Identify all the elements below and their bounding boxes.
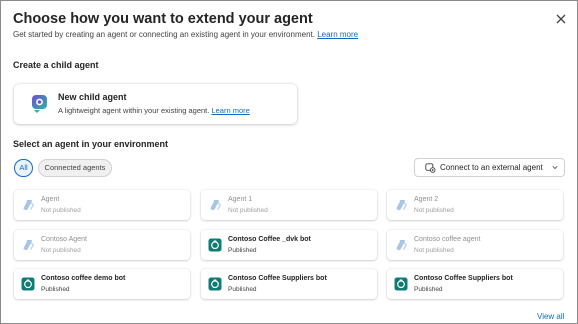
agent-card[interactable]: Agent 1 Not published (201, 190, 377, 220)
agent-card[interactable]: Contoso Coffee Suppliers bot Published (387, 269, 563, 299)
child-agent-description-text: A lightweight agent within your existing… (58, 106, 210, 115)
chevron-down-icon (552, 165, 558, 170)
agent-name: Contoso coffee demo bot (41, 275, 126, 282)
agent-name: Agent 2 (414, 196, 439, 203)
agent-card[interactable]: Contoso coffee demo bot Published (14, 269, 190, 299)
agent-status: Not published (41, 247, 81, 254)
filter-connected-agents-pill[interactable]: Connected agents (38, 159, 112, 177)
connect-external-agent-button[interactable]: Connect to an external agent (414, 158, 565, 177)
agent-status: Not published (414, 247, 454, 254)
child-agent-title: New child agent (58, 92, 127, 102)
agent-name: Contoso Coffee Suppliers bot (414, 275, 513, 282)
agent-icon (208, 198, 222, 212)
agent-status: Published (414, 286, 443, 293)
agent-icon (21, 238, 35, 252)
agent-name: Agent (41, 196, 60, 203)
agent-icon (21, 198, 35, 212)
subtitle-text: Get started by creating an agent or conn… (13, 30, 315, 39)
agent-name: Contoso Agent (41, 236, 87, 243)
child-learn-more-link[interactable]: Learn more (211, 106, 249, 115)
agent-status: Published (41, 286, 70, 293)
view-all-link[interactable]: View all (537, 312, 564, 321)
agent-status: Not published (228, 207, 268, 214)
agent-card[interactable]: Agent Not published (14, 190, 190, 220)
agent-status: Published (228, 247, 257, 254)
published-bot-icon (394, 277, 408, 291)
dialog-subtitle: Get started by creating an agent or conn… (13, 30, 358, 39)
agent-icon (394, 238, 408, 252)
connect-external-agent-label: Connect to an external agent (440, 163, 543, 172)
env-section-heading: Select an agent in your environment (13, 139, 169, 149)
subtitle-learn-more-link[interactable]: Learn more (317, 30, 358, 39)
filter-all-pill[interactable]: All (14, 159, 33, 177)
child-agent-description: A lightweight agent within your existing… (58, 106, 250, 115)
agent-card[interactable]: Contoso Agent Not published (14, 230, 190, 260)
close-icon[interactable] (554, 12, 568, 26)
published-bot-icon (208, 238, 222, 252)
agent-status: Not published (41, 207, 81, 214)
agent-name: Contoso coffee agent (414, 236, 481, 243)
new-child-agent-card[interactable]: New child agent A lightweight agent with… (14, 84, 297, 124)
agent-card[interactable]: Agent 2 Not published (387, 190, 563, 220)
agent-status: Published (228, 286, 257, 293)
agent-name: Agent 1 (228, 196, 253, 203)
extend-agent-dialog: Choose how you want to extend your agent… (0, 0, 578, 324)
agent-card[interactable]: Contoso coffee agent Not published (387, 230, 563, 260)
agent-name: Contoso Coffee Suppliers bot (228, 275, 327, 282)
published-bot-icon (208, 277, 222, 291)
agent-card[interactable]: Contoso Coffee Suppliers bot Published (201, 269, 377, 299)
agent-icon (394, 198, 408, 212)
agent-status: Not published (414, 207, 454, 214)
published-bot-icon (21, 277, 35, 291)
agent-card[interactable]: Contoso Coffee _dvk bot Published (201, 230, 377, 260)
child-section-heading: Create a child agent (13, 60, 99, 70)
dialog-title: Choose how you want to extend your agent (13, 11, 313, 27)
plug-icon (425, 163, 436, 173)
agent-name: Contoso Coffee _dvk bot (228, 236, 311, 243)
child-agent-icon (32, 95, 47, 113)
